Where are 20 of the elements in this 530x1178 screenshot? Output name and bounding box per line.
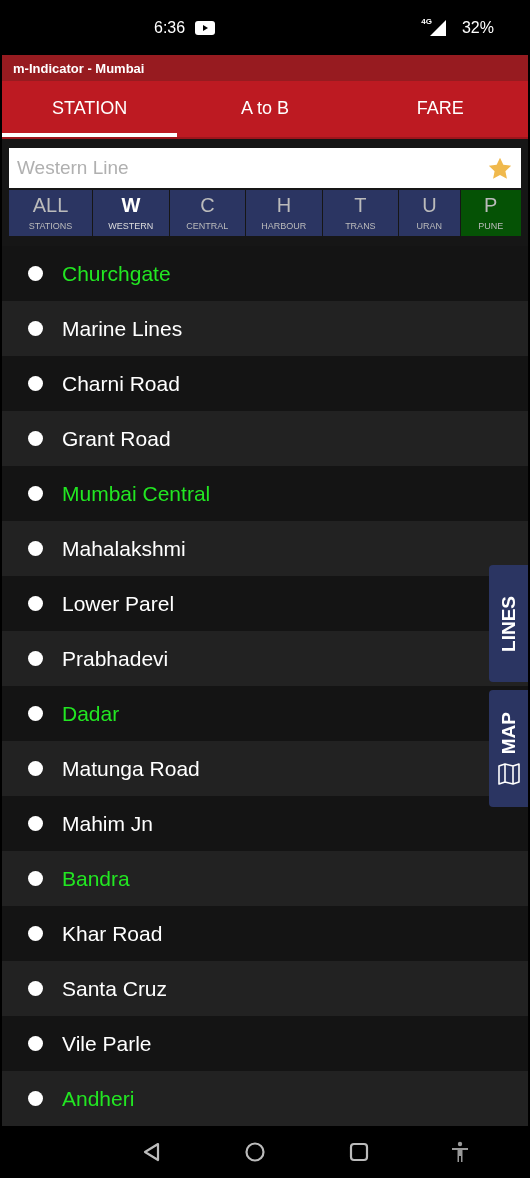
station-name: Churchgate [62, 261, 171, 286]
station-name: Dadar [62, 701, 120, 726]
station-name: Khar Road [62, 921, 163, 946]
station-name: Mahalakshmi [62, 536, 186, 561]
station-name: Matunga Road [62, 756, 200, 781]
station-name: Vile Parle [62, 1031, 152, 1056]
station-name: Mumbai Central [62, 481, 211, 506]
station-name: Andheri [62, 1086, 135, 1111]
status-time: 6:36 [154, 18, 186, 37]
station-name: Prabhadevi [62, 646, 169, 671]
station-name: Grant Road [62, 426, 171, 451]
station-name: Santa Cruz [62, 976, 168, 1001]
station-name: Lower Parel [62, 591, 175, 616]
battery-level: 32% [461, 18, 494, 37]
station-name: Marine Lines [62, 316, 183, 341]
station-name: Charni Road [62, 371, 180, 396]
station-name: Mahim Jn [62, 811, 154, 836]
network-label: 4G [421, 17, 432, 26]
app-title: m-Indicator - Mumbai [13, 60, 145, 76]
station-name: Bandra [62, 866, 130, 891]
